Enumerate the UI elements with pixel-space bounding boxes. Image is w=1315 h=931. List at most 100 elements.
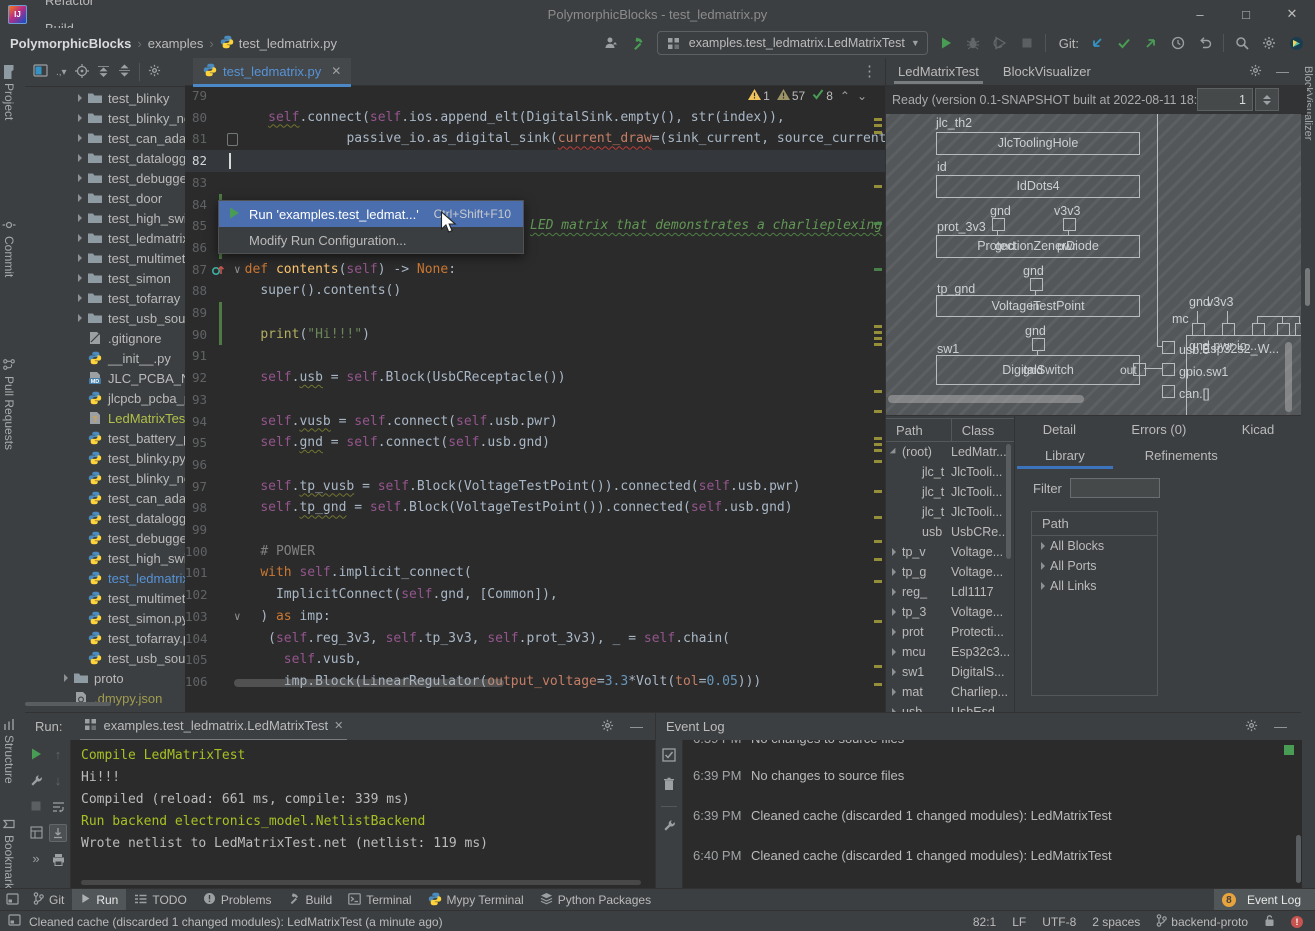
- horizontal-scrollbar[interactable]: [25, 702, 111, 706]
- tree-item[interactable]: __init__.py: [25, 348, 185, 368]
- history-icon[interactable]: [1169, 34, 1187, 52]
- git-push-icon[interactable]: [1142, 34, 1160, 52]
- inspection-warn[interactable]: 1: [748, 89, 770, 103]
- pin[interactable]: [1162, 341, 1175, 354]
- mark-read-icon[interactable]: [662, 748, 676, 765]
- tool-window-event-log[interactable]: 8 Event Log: [1214, 889, 1315, 911]
- chevron-right-icon[interactable]: [78, 274, 82, 282]
- pin[interactable]: [1133, 363, 1146, 376]
- inspector-row[interactable]: mcuEsp32c3...: [886, 642, 1014, 662]
- warning-stripe-mark[interactable]: [874, 325, 882, 328]
- vertical-scrollbar[interactable]: [1285, 342, 1292, 412]
- up-arrow-icon[interactable]: ↑: [50, 746, 66, 762]
- code-line[interactable]: 80self.connect(self.ios.append_elt(Digit…: [185, 107, 885, 129]
- project-view-icon[interactable]: [33, 64, 48, 80]
- code-with-me-icon[interactable]: [1287, 34, 1305, 52]
- inspector-row[interactable]: tp_3Voltage...: [886, 602, 1014, 622]
- horizontal-scrollbar[interactable]: [81, 880, 641, 885]
- stop-button[interactable]: [1018, 34, 1036, 52]
- tool-window-git[interactable]: Git: [25, 889, 72, 911]
- gutter-hint-icon[interactable]: [227, 133, 238, 146]
- pin[interactable]: [1222, 323, 1235, 336]
- tab-errors-0-[interactable]: Errors (0): [1131, 422, 1186, 437]
- tree-item[interactable]: test_simon.py: [25, 608, 185, 628]
- view-options-icon[interactable]: .,▾: [56, 67, 67, 78]
- warning-stripe-mark[interactable]: [874, 443, 882, 446]
- chevron-right-icon[interactable]: [78, 154, 82, 162]
- tab-detail[interactable]: Detail: [1043, 422, 1076, 437]
- code-line[interactable]: 87def contents(self) -> None:: [185, 259, 885, 281]
- tree-item[interactable]: jlcpcb_pcba_p: [25, 388, 185, 408]
- build-project-icon[interactable]: [630, 34, 648, 52]
- override-method-icon[interactable]: [211, 263, 225, 280]
- tree-item[interactable]: ?LedMatrixTest: [25, 408, 185, 428]
- minimize-icon[interactable]: –: [1177, 0, 1223, 28]
- tool-window-run[interactable]: Run: [72, 889, 126, 911]
- vertical-scrollbar[interactable]: [1006, 444, 1011, 559]
- tree-item[interactable]: test_multimete: [25, 248, 185, 268]
- library-row[interactable]: All Blocks: [1032, 536, 1157, 556]
- event-log-list[interactable]: 6:39 PMNo changes to source files6:39 PM…: [682, 740, 1302, 889]
- chevron-right-icon[interactable]: [78, 234, 82, 242]
- settings-wrench-icon[interactable]: [28, 772, 44, 788]
- chevron-right-icon[interactable]: [892, 588, 896, 596]
- chevron-right-icon[interactable]: [78, 114, 82, 122]
- tool-window-build[interactable]: Build: [280, 889, 341, 911]
- user-icon[interactable]: [603, 34, 621, 52]
- code-line[interactable]: 105self.vusb,: [185, 649, 885, 671]
- search-icon[interactable]: [1233, 34, 1251, 52]
- tree-item[interactable]: test_ledmatrix: [25, 228, 185, 248]
- tree-item[interactable]: test_high_swit: [25, 548, 185, 568]
- chevron-right-icon[interactable]: [892, 648, 896, 656]
- stripe-tab-project[interactable]: Project: [2, 66, 16, 120]
- run-config-dropdown[interactable]: examples.test_ledmatrix.LedMatrixTest ▼: [657, 31, 928, 55]
- tree-item[interactable]: test_debugger: [25, 528, 185, 548]
- tree-item[interactable]: test_usb_sourc: [25, 308, 185, 328]
- chevron-right-icon[interactable]: [78, 254, 82, 262]
- context-menu-item[interactable]: Run 'examples.test_ledmat...'Ctrl+Shift+…: [219, 201, 523, 227]
- chevron-right-icon[interactable]: [1041, 542, 1045, 550]
- tree-item[interactable]: proto: [25, 668, 185, 688]
- context-menu-item[interactable]: Modify Run Configuration...: [219, 227, 523, 253]
- git-branch-widget[interactable]: backend-proto: [1156, 914, 1248, 930]
- tree-item[interactable]: test_debugger: [25, 168, 185, 188]
- inspection-widget[interactable]: 1578⌃⌄: [748, 89, 867, 103]
- tree-item[interactable]: test_blinky: [25, 88, 185, 108]
- code-line[interactable]: 101with self.implicit_connect(: [185, 562, 885, 584]
- expand-all-icon[interactable]: [97, 64, 110, 80]
- warning-stripe-mark[interactable]: [874, 131, 882, 134]
- horizontal-scrollbar[interactable]: [234, 679, 504, 687]
- warning-stripe-mark[interactable]: [874, 118, 882, 121]
- stop-button[interactable]: [28, 798, 44, 814]
- event-log-entry[interactable]: 6:40 PMCleaned cache (discarded 1 change…: [683, 848, 1283, 866]
- pin[interactable]: [1030, 278, 1043, 291]
- menu-refactor[interactable]: Refactor: [36, 0, 105, 14]
- gear-icon[interactable]: [1249, 64, 1262, 80]
- breadcrumb-item[interactable]: PolymorphicBlocks: [10, 36, 131, 51]
- inspector-row[interactable]: jlc_tJlcTooli...: [886, 502, 1014, 522]
- chevron-right-icon[interactable]: [892, 688, 896, 696]
- chevron-box[interactable]: [886, 568, 902, 576]
- inspection-ok[interactable]: 8: [812, 89, 833, 103]
- warning-stripe-mark[interactable]: [874, 540, 882, 543]
- minimize-icon[interactable]: —: [1274, 719, 1287, 735]
- pin[interactable]: [1162, 363, 1175, 376]
- next-problem-icon[interactable]: ⌄: [857, 89, 867, 103]
- chevron-right-icon[interactable]: [78, 134, 82, 142]
- tree-item[interactable]: MDJLC_PCBA_No: [25, 368, 185, 388]
- tab-refinements[interactable]: Refinements: [1115, 442, 1248, 469]
- chevron-right-icon[interactable]: [892, 628, 896, 636]
- tree-item[interactable]: test_tofarray: [25, 288, 185, 308]
- library-row[interactable]: All Links: [1032, 576, 1157, 596]
- inspector-row[interactable]: usbUsbCRe...: [886, 522, 1014, 542]
- warning-stripe-mark[interactable]: [874, 331, 882, 334]
- chevron-box[interactable]: [886, 608, 902, 616]
- chevron-right-icon[interactable]: [892, 668, 896, 676]
- tree-item[interactable]: test_battery_pr: [25, 428, 185, 448]
- code-line[interactable]: 88super().contents(): [185, 280, 885, 302]
- code-line[interactable]: 90print("Hi!!!"): [185, 324, 885, 346]
- close-icon[interactable]: ✕: [331, 64, 341, 78]
- warning-stripe-mark[interactable]: [874, 516, 882, 519]
- diagram-block[interactable]: IdDots4: [936, 175, 1140, 198]
- code-line[interactable]: 93: [185, 389, 885, 411]
